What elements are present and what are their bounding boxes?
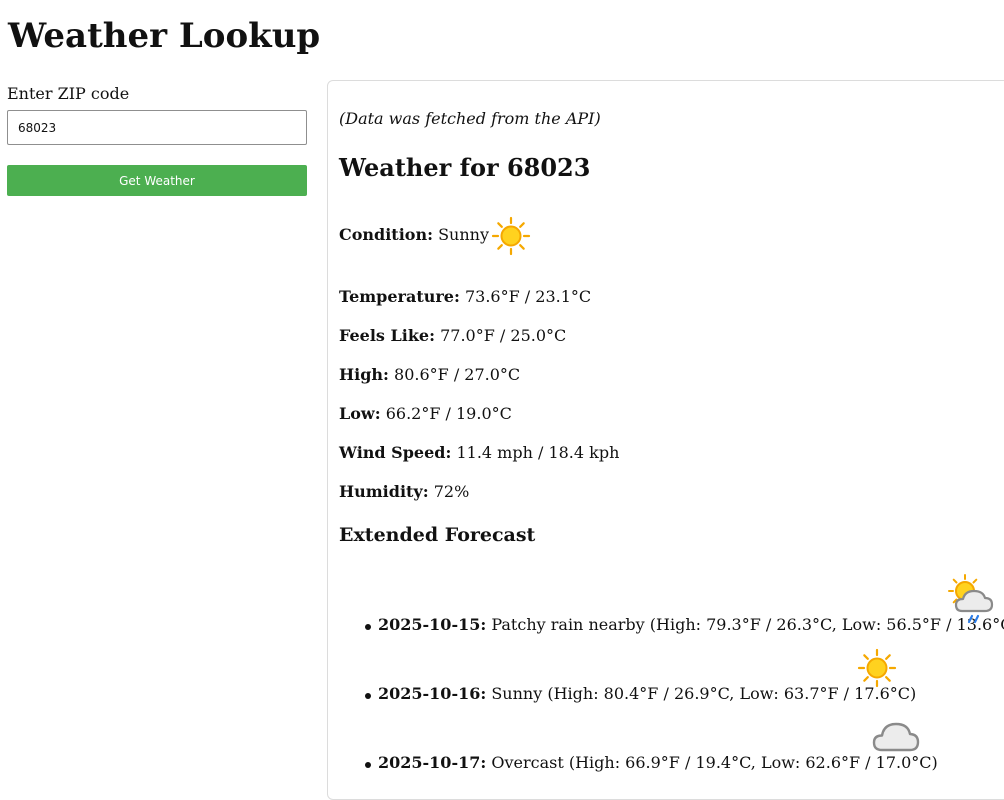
humidity-row: Humidity: 72% <box>339 481 469 503</box>
fetch-source-note: (Data was fetched from the API) <box>339 109 601 128</box>
forecast-item: 2025-10-17: Overcast (High: 66.9°F / 19.… <box>365 752 938 774</box>
humidity-label: Humidity: <box>339 482 429 501</box>
zip-input[interactable] <box>7 110 307 145</box>
wind-speed-row: Wind Speed: 11.4 mph / 18.4 kph <box>339 442 619 464</box>
get-weather-button[interactable]: Get Weather <box>7 165 307 196</box>
condition-row: Condition: Sunny <box>339 224 489 246</box>
forecast-heading: Extended Forecast <box>339 524 536 546</box>
low-label: Low: <box>339 404 381 423</box>
feels-like-row: Feels Like: 77.0°F / 25.0°C <box>339 325 566 347</box>
condition-label: Condition: <box>339 225 433 244</box>
page-title: Weather Lookup <box>8 16 321 56</box>
forecast-text: Patchy rain nearby (High: 79.3°F / 26.3°… <box>491 615 1004 634</box>
feels-like-value: 77.0°F / 25.0°C <box>440 326 567 345</box>
low-value: 66.2°F / 19.0°C <box>385 404 512 423</box>
high-label: High: <box>339 365 389 384</box>
zip-label: Enter ZIP code <box>7 84 130 103</box>
temperature-row: Temperature: 73.6°F / 23.1°C <box>339 286 591 308</box>
sun-icon <box>491 216 531 256</box>
forecast-date: 2025-10-17: <box>378 753 487 772</box>
forecast-item: 2025-10-15: Patchy rain nearby (High: 79… <box>365 614 1004 636</box>
cloud-icon <box>872 722 920 752</box>
humidity-value: 72% <box>433 482 470 501</box>
wind-speed-label: Wind Speed: <box>339 443 452 462</box>
low-row: Low: 66.2°F / 19.0°C <box>339 403 512 425</box>
feels-like-label: Feels Like: <box>339 326 435 345</box>
high-value: 80.6°F / 27.0°C <box>394 365 521 384</box>
forecast-date: 2025-10-16: <box>378 684 487 703</box>
sun-cloud-rain-icon <box>948 574 994 624</box>
condition-value: Sunny <box>438 225 489 244</box>
forecast-text: Sunny (High: 80.4°F / 26.9°C, Low: 63.7°… <box>491 684 917 703</box>
wind-speed-value: 11.4 mph / 18.4 kph <box>456 443 620 462</box>
sun-icon <box>857 648 897 688</box>
forecast-item: 2025-10-16: Sunny (High: 80.4°F / 26.9°C… <box>364 683 917 705</box>
temperature-label: Temperature: <box>339 287 460 306</box>
forecast-date: 2025-10-15: <box>378 615 487 634</box>
weather-heading: Weather for 68023 <box>339 153 591 182</box>
zip-form: Enter ZIP code Get Weather <box>7 80 307 196</box>
temperature-value: 73.6°F / 23.1°C <box>464 287 592 306</box>
weather-result-panel: (Data was fetched from the API) Weather … <box>327 80 1004 800</box>
high-row: High: 80.6°F / 27.0°C <box>339 364 520 386</box>
